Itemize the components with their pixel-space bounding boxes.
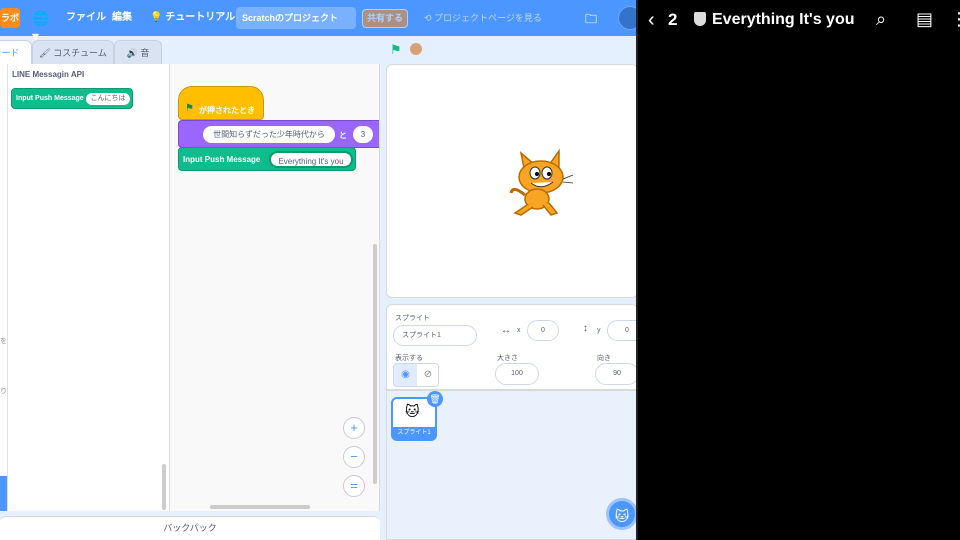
cat-thumbnail-icon: 🐱 (405, 403, 420, 419)
tab-costume[interactable]: 🖌 コスチューム (32, 40, 114, 64)
lightbulb-icon: 💡 (150, 12, 166, 23)
show-label: 表示する (395, 355, 423, 362)
y-label: y (597, 327, 601, 334)
block-label: Input Push Message (16, 95, 84, 102)
back-chevron-icon[interactable]: ‹ (648, 8, 655, 32)
see-project-page-label: プロジェクトページを見る (434, 13, 542, 23)
push-message-input[interactable]: Everything It's you (269, 151, 353, 168)
refresh-icon: ⟲ (424, 13, 435, 23)
block-text-input[interactable]: こんにちは (86, 93, 130, 105)
trash-icon[interactable]: 🗑 (427, 391, 443, 407)
x-label: x (517, 327, 521, 334)
palette-scrollbar[interactable] (162, 464, 166, 510)
menu-bar: ラボ 🌐▾ ファイル 編集 💡 チュートリアル Scratchのプロジェクト 共… (0, 0, 636, 44)
stage-header: ⚑ (386, 36, 636, 64)
tab-costume-label: コスチューム (53, 48, 107, 58)
scratch-logo[interactable]: ラボ (0, 8, 20, 28)
menu-file[interactable]: ファイル (66, 10, 106, 26)
palette-category-title: LINE Messagin API (12, 70, 85, 79)
account-avatar[interactable] (618, 6, 636, 30)
when-flag-clicked-block[interactable]: ⚑ が押されたとき (178, 86, 264, 120)
category-marker[interactable]: り (0, 386, 7, 396)
tab-code[interactable]: コード (0, 40, 32, 64)
category-marker[interactable]: を (0, 336, 7, 346)
sprite-thumbnail[interactable]: 🐱 スプライト1 🗑 (391, 391, 443, 441)
menu-tutorial-label: チュートリアル (165, 12, 236, 23)
sprite-name-input[interactable]: スプライト1 (393, 325, 477, 346)
viewer-top-bar: ‹ 2 Everything It's you ⌕ ▤ ⋮ (638, 0, 960, 40)
stage[interactable] (386, 64, 636, 298)
brush-icon: 🖌 (39, 48, 54, 58)
viewer-title: Everything It's you (712, 11, 855, 28)
eye-icon[interactable]: ◉ (394, 364, 417, 386)
add-sprite-button[interactable]: 🐱 (606, 498, 636, 530)
y-arrows-icon: ↕ (583, 323, 588, 334)
scratch-cat-sprite[interactable] (507, 145, 577, 217)
say-for-secs-block[interactable]: 世間知らずだった少年時代から と 3 (178, 120, 379, 148)
block-label: Input Push Message (183, 155, 261, 164)
sprite-thumbnail-name: スプライト1 (393, 427, 435, 439)
search-icon[interactable]: ⌕ (876, 8, 886, 30)
direction-label: 向き (597, 355, 611, 362)
palette-block-input-push-message[interactable]: Input Push Message こんにちは (11, 88, 133, 109)
script-area: ⚑ が押されたとき 世間知らずだった少年時代から と 3 Input Push … (170, 64, 380, 511)
script-vertical-scrollbar[interactable] (373, 244, 377, 484)
eye-hidden-icon[interactable]: ⊘ (417, 364, 438, 386)
zoom-out-icon[interactable]: − (343, 446, 365, 468)
folder-icon[interactable]: 🗀 (585, 10, 597, 31)
direction-input[interactable]: 90 (595, 363, 636, 385)
sprite-info-panel: スプライト スプライト1 ↔ x 0 ↕ y 0 表示する ◉ ⊘ 大きさ 10… (386, 304, 636, 390)
category-menu: を り (0, 64, 8, 511)
back-count[interactable]: 2 (668, 10, 677, 30)
see-project-page-button[interactable]: ⟲ プロジェクトページを見る (424, 10, 542, 26)
scratch-editor: ラボ 🌐▾ ファイル 編集 💡 チュートリアル Scratchのプロジェクト 共… (0, 0, 636, 540)
sprite-label: スプライト (395, 315, 430, 322)
x-arrows-icon: ↔ (501, 325, 511, 336)
script-horizontal-scrollbar[interactable] (210, 505, 310, 509)
script-block-input-push-message[interactable]: Input Push Message Everything It's you (178, 147, 356, 171)
size-label: 大きさ (497, 355, 518, 362)
x-input[interactable]: 0 (527, 320, 559, 341)
menu-tutorial[interactable]: 💡 チュートリアル (150, 10, 235, 26)
speaker-icon: 🔊 (126, 48, 141, 58)
green-flag-icon: ⚑ (185, 103, 194, 114)
tab-sound[interactable]: 🔊 音 (114, 40, 162, 64)
document-icon[interactable]: ▤ (916, 8, 933, 30)
say-mid-label: と (339, 131, 347, 140)
shield-icon (694, 12, 706, 26)
language-globe-icon[interactable]: 🌐▾ (32, 9, 56, 44)
y-input[interactable]: 0 (607, 320, 636, 341)
block-palette: を り LINE Messagin API Input Push Message… (0, 64, 170, 511)
hat-block-label: が押されたとき (199, 106, 255, 115)
say-text-input[interactable]: 世間知らずだった少年時代から (203, 126, 335, 143)
tab-sound-label: 音 (140, 48, 150, 58)
stop-icon[interactable] (410, 43, 422, 55)
size-input[interactable]: 100 (495, 363, 539, 385)
say-seconds-input[interactable]: 3 (353, 126, 373, 143)
menu-edit[interactable]: 編集 (112, 10, 132, 26)
green-flag-icon[interactable]: ⚑ (390, 42, 402, 58)
tab-code-label: コード (0, 48, 20, 58)
project-title-input[interactable]: Scratchのプロジェクト (236, 7, 356, 29)
share-button[interactable]: 共有する (362, 9, 408, 28)
category-selected-indicator[interactable] (0, 476, 7, 511)
zoom-in-icon[interactable]: + (343, 417, 365, 439)
zoom-reset-icon[interactable]: = (343, 475, 365, 497)
backpack[interactable]: バックパック (0, 516, 380, 540)
side-viewer-panel: ‹ 2 Everything It's you ⌕ ▤ ⋮ (638, 0, 960, 540)
cat-icon: 🐱 (614, 508, 630, 524)
sprite-list: 🐱 スプライト1 🗑 (386, 390, 636, 540)
more-icon[interactable]: ⋮ (950, 8, 960, 30)
visibility-toggle: ◉ ⊘ (393, 363, 439, 387)
editor-tabs: コード 🖌 コスチューム 🔊 音 (0, 36, 170, 64)
